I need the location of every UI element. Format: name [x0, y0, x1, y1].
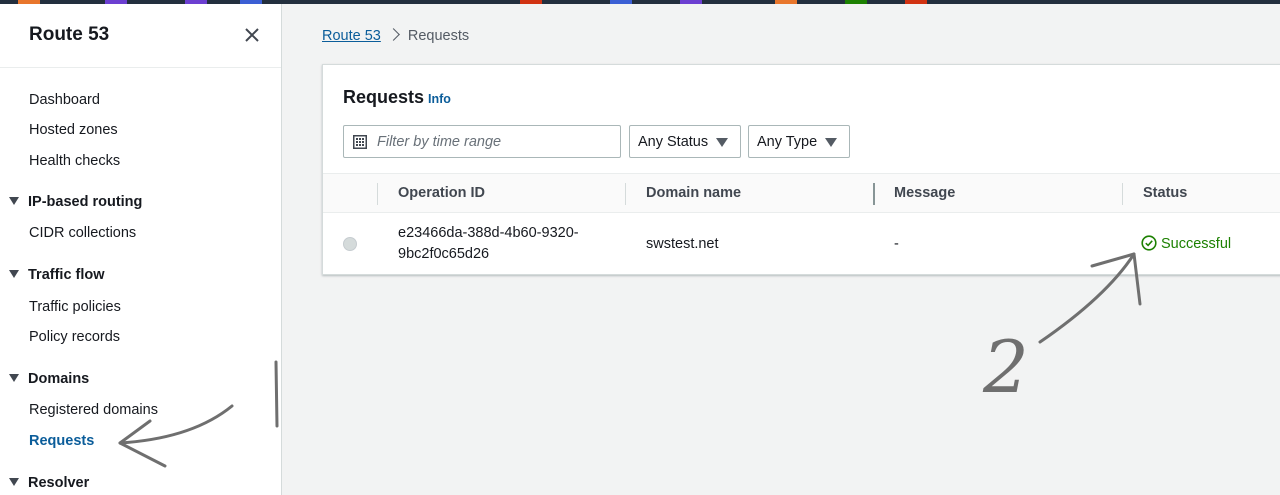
domain-name-cell: swstest.net	[646, 236, 719, 252]
section-label: Domains	[28, 371, 90, 387]
section-label: Resolver	[28, 475, 90, 491]
operation-id-line-2: 9bc2f0c65d26	[398, 246, 490, 262]
filter-placeholder: Filter by time range	[377, 134, 502, 150]
section-label: IP-based routing	[28, 194, 143, 210]
time-range-filter-input[interactable]: Filter by time range	[343, 125, 621, 158]
sidebar-item-health-checks[interactable]: Health checks	[29, 153, 120, 169]
column-resize-handle[interactable]	[873, 183, 875, 205]
sidebar-header: Route 53	[0, 4, 281, 68]
sidebar-item-requests[interactable]: Requests	[29, 433, 94, 449]
caret-down-icon	[9, 197, 19, 205]
requests-panel: Requests Info Filter by time range Any S…	[322, 64, 1280, 275]
breadcrumb: Route 53 Requests	[322, 28, 469, 44]
side-navigation: Route 53 Dashboard Hosted zones Health c…	[0, 4, 282, 495]
sidebar-item-dashboard[interactable]: Dashboard	[29, 92, 100, 108]
column-divider	[377, 183, 378, 205]
operation-id-line-1: e23466da-388d-4b60-9320-	[398, 225, 579, 241]
sidebar-item-cidr-collections[interactable]: CIDR collections	[29, 225, 136, 241]
caret-down-icon	[9, 478, 19, 486]
operation-id-cell: e23466da-388d-4b60-9320- 9bc2f0c65d26	[398, 223, 579, 265]
calendar-icon	[353, 135, 367, 149]
check-circle-icon	[1141, 235, 1157, 251]
section-traffic-flow[interactable]: Traffic flow	[9, 267, 105, 283]
sidebar-item-registered-domains[interactable]: Registered domains	[29, 402, 158, 418]
status-cell: Successful	[1141, 235, 1231, 252]
status-select[interactable]: Any Status	[629, 125, 741, 158]
close-icon[interactable]	[241, 24, 263, 46]
table-row[interactable]: e23466da-388d-4b60-9320- 9bc2f0c65d26 sw…	[323, 214, 1280, 274]
section-domains[interactable]: Domains	[9, 371, 89, 387]
type-select[interactable]: Any Type	[748, 125, 850, 158]
panel-title: Requests	[343, 87, 425, 107]
caret-down-icon	[9, 374, 19, 382]
column-header-status[interactable]: Status	[1143, 185, 1187, 201]
status-text: Successful	[1161, 236, 1232, 252]
breadcrumb-current: Requests	[407, 28, 470, 44]
column-divider	[625, 183, 626, 205]
breadcrumb-route53-link[interactable]: Route 53	[322, 28, 381, 44]
sidebar-item-policy-records[interactable]: Policy records	[29, 329, 120, 345]
table-header: Operation ID Domain name Message Status	[323, 173, 1280, 213]
sidebar-item-traffic-policies[interactable]: Traffic policies	[29, 299, 121, 315]
column-header-domain-name[interactable]: Domain name	[646, 185, 741, 201]
sidebar-title: Route 53	[29, 24, 110, 45]
message-cell: -	[894, 236, 899, 252]
type-select-value: Any Type	[757, 134, 818, 150]
section-resolver[interactable]: Resolver	[9, 475, 89, 491]
section-label: Traffic flow	[28, 267, 105, 283]
caret-down-icon	[9, 270, 19, 278]
column-divider	[1122, 183, 1123, 205]
row-select-radio[interactable]	[343, 237, 357, 251]
column-header-message[interactable]: Message	[894, 185, 955, 201]
info-link[interactable]: Info	[428, 92, 451, 106]
section-ip-based-routing[interactable]: IP-based routing	[9, 194, 142, 210]
caret-down-icon	[825, 138, 837, 147]
status-select-value: Any Status	[638, 134, 709, 150]
column-header-operation-id[interactable]: Operation ID	[398, 185, 485, 201]
caret-down-icon	[716, 138, 728, 147]
sidebar-item-hosted-zones[interactable]: Hosted zones	[29, 122, 118, 138]
main-content: Route 53 Requests Requests Info Filter by…	[282, 4, 1280, 495]
chevron-right-icon	[386, 28, 400, 41]
